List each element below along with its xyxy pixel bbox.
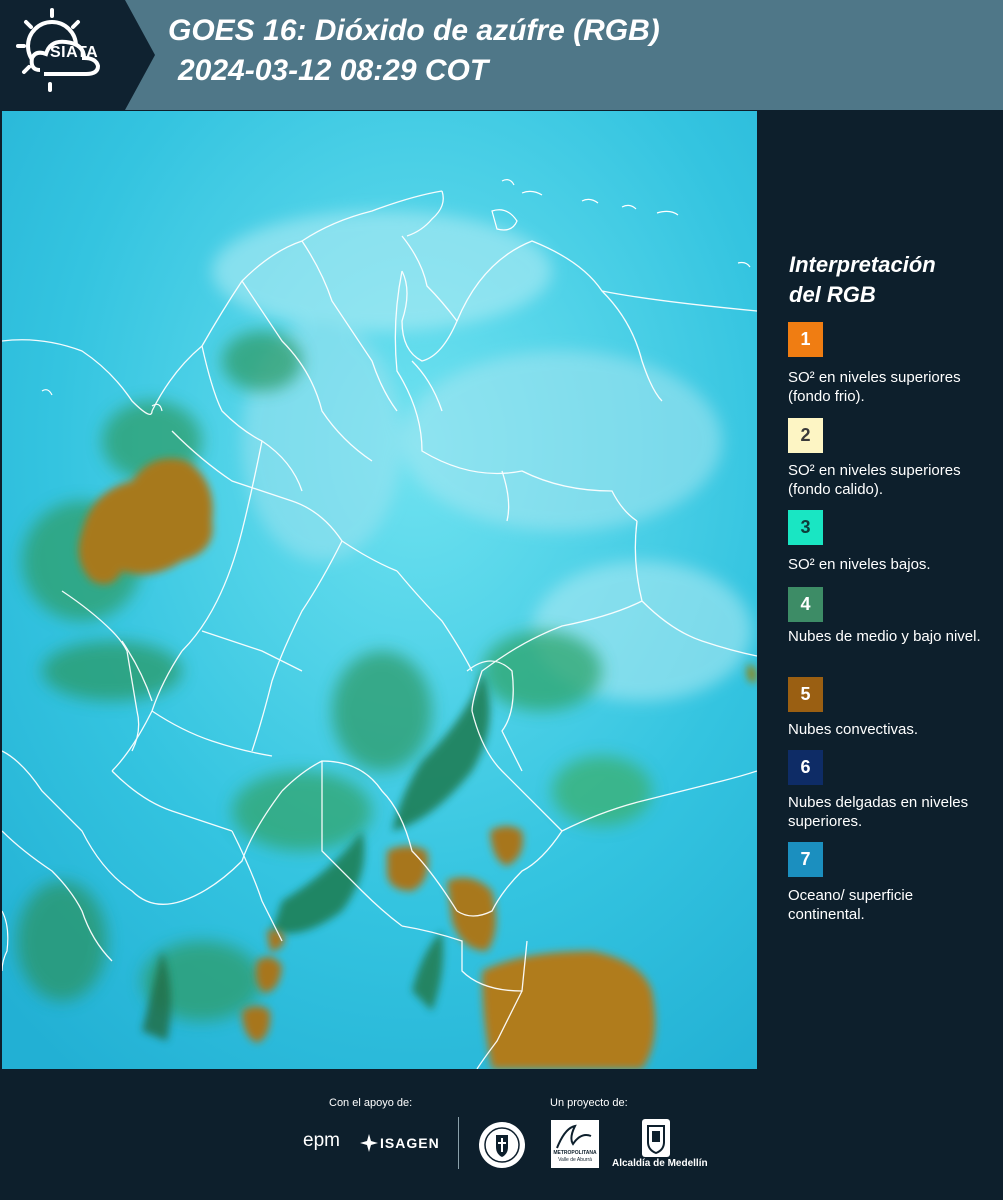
rgb-composite-image	[2, 111, 757, 1069]
support-label: Con el apoyo de:	[329, 1097, 413, 1109]
legend-description-5: Nubes convectivas.	[788, 721, 919, 738]
legend-swatch-3: 3	[788, 510, 823, 545]
satellite-map	[2, 111, 757, 1069]
legend-title-line1: Interpretación	[789, 252, 936, 277]
siata-logo-text: SIATA	[50, 44, 99, 61]
area-label-line2: Valle de Aburrá	[558, 1157, 592, 1163]
alcaldia-label: Alcaldía de Medellín	[612, 1158, 708, 1169]
legend-swatch-5: 5	[788, 677, 823, 712]
legend-swatch-7: 7	[788, 842, 823, 877]
legend-swatch-2: 2	[788, 418, 823, 453]
header-bar: SIATA GOES 16: Dióxido de azúfre (RGB) 2…	[0, 0, 1003, 110]
alcaldia-crest-icon	[642, 1119, 670, 1157]
legend-description-6: Nubes delgadas en niveles superiores.	[788, 794, 969, 830]
area-metropolitana-logo: METROPOLITANA Valle de Aburrá	[551, 1120, 599, 1168]
siata-logo: SIATA	[0, 0, 155, 110]
legend-title-line2: del RGB	[789, 282, 876, 307]
legend-description-2: SO² en niveles superiores (fondo calido)…	[788, 462, 961, 498]
legend-swatch-4: 4	[788, 587, 823, 622]
legend-description-3: SO² en niveles bajos.	[788, 556, 931, 573]
medellin-seal-icon	[479, 1122, 525, 1168]
area-script-icon	[556, 1124, 592, 1149]
legend-description-4: Nubes de medio y bajo nivel.	[788, 628, 981, 645]
legend-title: Interpretación del RGB	[789, 250, 989, 310]
page-timestamp: 2024-03-12 08:29 COT	[178, 54, 489, 87]
area-label-line1: METROPOLITANA	[553, 1150, 597, 1156]
legend-description-1: SO² en niveles superiores (fondo frio).	[788, 369, 961, 405]
legend-swatch-1: 1	[788, 322, 823, 357]
legend-swatch-6: 6	[788, 750, 823, 785]
isagen-logo: ISAGEN	[380, 1135, 440, 1151]
page-title: GOES 16: Dióxido de azúfre (RGB)	[168, 14, 660, 47]
legend-description-7: Oceano/ superficie continental.	[788, 887, 914, 923]
isagen-star-icon	[360, 1134, 378, 1152]
project-label: Un proyecto de:	[550, 1097, 628, 1109]
footer-divider	[458, 1117, 459, 1169]
epm-logo: epm	[303, 1130, 340, 1151]
